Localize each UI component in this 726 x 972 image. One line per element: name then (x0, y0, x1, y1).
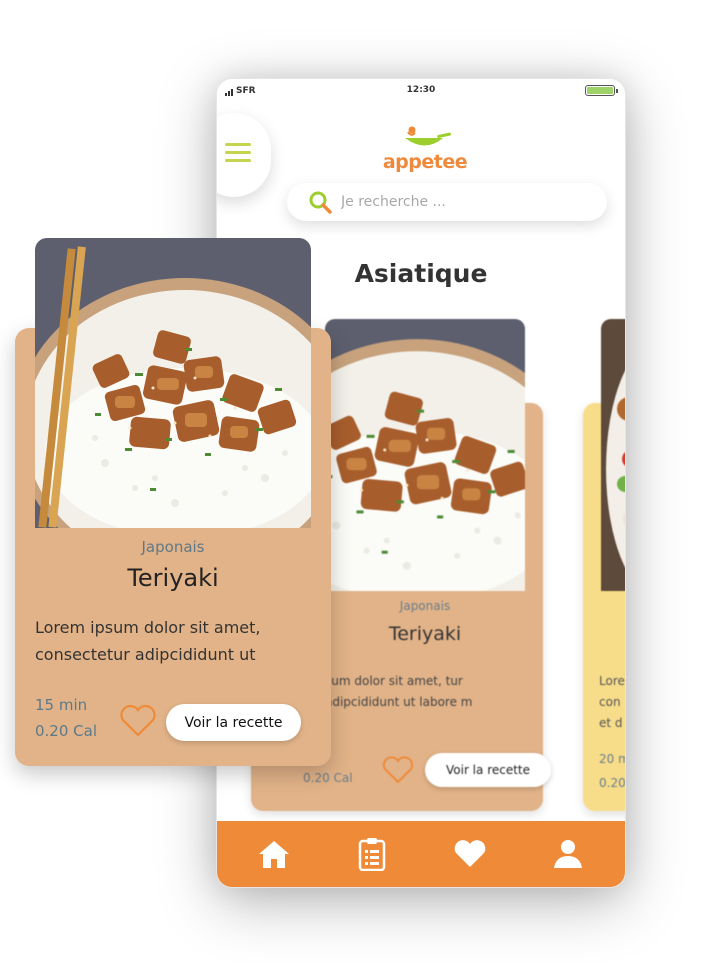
clipboard-icon (358, 838, 386, 871)
recipe-calories: 0.20 Cal (35, 722, 97, 740)
featured-recipe-card[interactable]: Japonais Teriyaki Lorem ipsum dolor sit … (15, 238, 331, 766)
recipe-name: Teriyaki (127, 564, 219, 592)
recipe-category: Japonais (141, 538, 205, 556)
app-logo: appetee (375, 123, 475, 172)
hamburger-icon (225, 143, 251, 167)
status-time: 12:30 (406, 85, 436, 95)
recipe-photo (325, 319, 525, 591)
recipe-description: sum dolor sit amet, tur adipcididunt ut … (325, 674, 473, 709)
search-input[interactable] (341, 194, 581, 210)
heart-outline-icon[interactable] (119, 704, 157, 738)
view-recipe-button[interactable]: Voir la recette (166, 704, 301, 741)
home-icon (259, 841, 289, 868)
heart-outline-icon[interactable] (381, 755, 415, 785)
view-recipe-button[interactable]: Voir la recette (425, 753, 551, 787)
battery-icon (585, 85, 618, 96)
recipe-card-partial[interactable]: Lore con et d 20 m 0.20 (581, 319, 626, 811)
status-bar: SFR 12:30 (217, 79, 625, 103)
heart-icon (454, 840, 486, 867)
recipe-description: Lore con et d (599, 674, 625, 730)
search-icon (309, 191, 332, 214)
search-bar[interactable] (287, 183, 607, 221)
recipe-category: Japonais (399, 599, 451, 613)
recipe-photo (601, 319, 625, 591)
recipe-meta: 20 m 0.20 (599, 752, 626, 790)
recipe-calories: 0.20 Cal (303, 771, 353, 785)
logo-text: appetee (382, 151, 468, 173)
nav-favorites[interactable] (450, 834, 490, 874)
recipe-photo (35, 238, 311, 528)
nav-home[interactable] (254, 834, 294, 874)
menu-button[interactable] (217, 113, 271, 197)
recipe-name: Teriyaki (388, 623, 462, 645)
user-icon (554, 840, 582, 868)
nav-profile[interactable] (548, 834, 588, 874)
battery-level (587, 87, 613, 94)
nav-recipes[interactable] (352, 834, 392, 874)
bottom-nav (217, 821, 625, 887)
recipe-time: 15 min (35, 696, 88, 714)
recipe-description: Lorem ipsum dolor sit amet, consectetur … (35, 618, 261, 664)
